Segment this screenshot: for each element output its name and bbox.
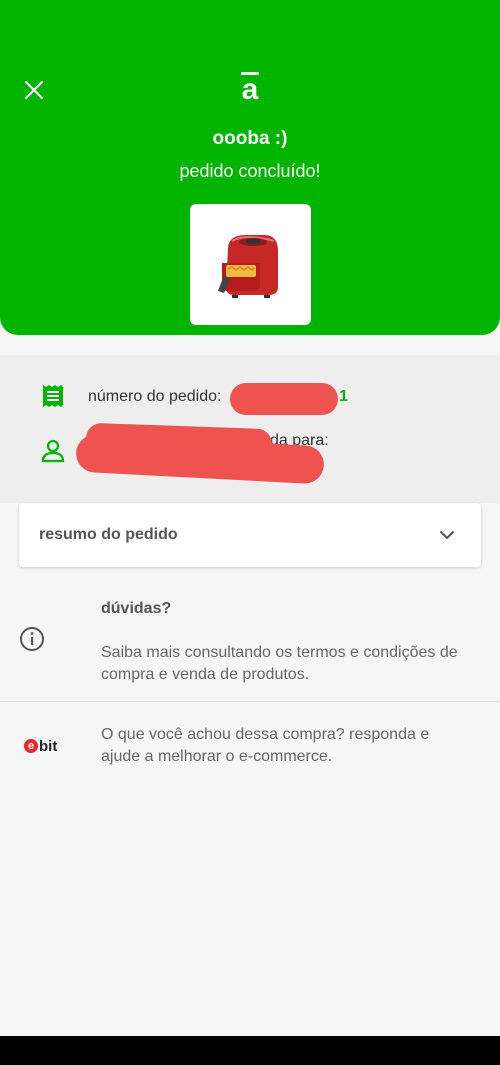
page-title: oooba :) [212, 128, 288, 149]
redaction-mark [230, 383, 338, 415]
help-heading: dúvidas? [101, 600, 172, 617]
ebit-description: O que você achou dessa compra? responda … [101, 726, 430, 765]
ebit-logo-text: bit [39, 737, 58, 755]
confirmation-email-row: da para: @g [0, 422, 500, 485]
brand-logo: a [235, 72, 265, 108]
user-icon [41, 439, 65, 463]
order-summary-label: resumo do pedido [39, 526, 178, 543]
chevron-down-icon [440, 531, 454, 539]
air-fryer-image [217, 234, 278, 298]
help-description: Saiba mais consultando os termos e condi… [101, 644, 458, 683]
order-info-section: número do pedido: 1 da para: @g [0, 355, 500, 503]
brand-logo-letter: a [241, 73, 259, 106]
page-subtitle: pedido concluído! [179, 161, 321, 181]
order-number-suffix: 1 [339, 388, 348, 405]
product-image [190, 204, 311, 325]
close-icon [24, 80, 44, 100]
close-button[interactable] [18, 74, 50, 106]
ebit-logo: e bit [24, 736, 57, 756]
order-number-label: número do pedido: [88, 388, 222, 405]
order-number-value: 1 [228, 383, 348, 415]
ebit-survey-section[interactable]: e bit O que você achou dessa compra? res… [0, 703, 500, 783]
confirmation-header: a oooba :) pedido concluído! [0, 0, 500, 335]
ebit-logo-e: e [24, 739, 38, 753]
order-summary-accordion[interactable]: resumo do pedido [19, 503, 481, 567]
system-navigation-bar [0, 1036, 500, 1065]
receipt-icon [43, 385, 63, 407]
help-section[interactable]: dúvidas? Saiba mais consultando os termo… [0, 580, 500, 702]
order-number-row: número do pedido: 1 [0, 383, 500, 423]
info-icon [20, 627, 44, 651]
